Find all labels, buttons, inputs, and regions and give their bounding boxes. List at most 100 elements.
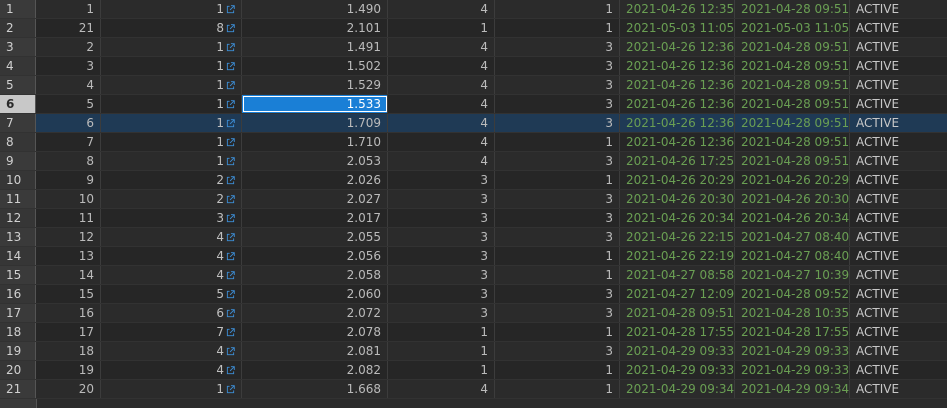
status-cell[interactable]: ACTIVE — [850, 323, 947, 341]
table-row[interactable]: 76 1 1.709432021-04-26 12:36:442021-04-28 … — [0, 114, 947, 133]
created-at-cell[interactable]: 2021-04-26 22:19:17 — [620, 247, 735, 265]
type-cell[interactable]: 4 — [388, 133, 495, 151]
id-cell[interactable]: 18 — [36, 342, 101, 360]
level-cell[interactable]: 3 — [495, 95, 620, 113]
row-number[interactable]: 2 — [0, 19, 36, 37]
table-row[interactable]: 1413 4 2.056312021-04-26 22:19:172021-04-2… — [0, 247, 947, 266]
table-row[interactable]: 22182.101112021-05-03 11:05:372021-05-03… — [0, 19, 947, 38]
created-at-cell[interactable]: 2021-04-26 12:35:33 — [620, 0, 735, 18]
reference-cell[interactable]: 4 — [101, 266, 242, 284]
external-link-icon[interactable] — [226, 195, 235, 204]
row-number[interactable]: 17 — [0, 304, 36, 322]
reference-cell[interactable]: 1 — [101, 76, 242, 94]
created-at-cell[interactable]: 2021-04-26 20:34:10 — [620, 209, 735, 227]
table-row[interactable]: 98 1 2.053432021-04-26 17:25:322021-04-28 … — [0, 152, 947, 171]
type-cell[interactable]: 1 — [388, 323, 495, 341]
version-cell[interactable]: 2.027 — [242, 190, 388, 208]
updated-at-cell[interactable]: 2021-04-26 20:29:46 — [735, 171, 850, 189]
status-cell[interactable]: ACTIVE — [850, 57, 947, 75]
updated-at-cell[interactable]: 2021-04-29 09:33:01 — [735, 361, 850, 379]
type-cell[interactable]: 1 — [388, 19, 495, 37]
status-cell[interactable]: ACTIVE — [850, 342, 947, 360]
row-number[interactable]: 12 — [0, 209, 36, 227]
id-cell[interactable]: 19 — [36, 361, 101, 379]
version-cell[interactable]: 2.055 — [242, 228, 388, 246]
reference-cell[interactable]: 1 — [101, 114, 242, 132]
updated-at-cell[interactable]: 2021-04-28 09:51:02 — [735, 133, 850, 151]
row-number[interactable]: 20 — [0, 361, 36, 379]
updated-at-cell[interactable]: 2021-04-28 09:52:18 — [735, 285, 850, 303]
type-cell[interactable]: 1 — [388, 361, 495, 379]
table-row[interactable]: 181772.078112021-04-28 17:55:582021-04-2… — [0, 323, 947, 342]
created-at-cell[interactable]: 2021-05-03 11:05:37 — [620, 19, 735, 37]
version-cell[interactable]: 2.056 — [242, 247, 388, 265]
type-cell[interactable]: 3 — [388, 285, 495, 303]
updated-at-cell[interactable]: 2021-04-28 09:51:02 — [735, 76, 850, 94]
row-number[interactable]: 18 — [0, 323, 36, 341]
status-cell[interactable]: ACTIVE — [850, 114, 947, 132]
row-number[interactable]: 13 — [0, 228, 36, 246]
table-row[interactable]: 131242.055332021-04-26 22:15:442021-04-2… — [0, 228, 947, 247]
created-at-cell[interactable]: 2021-04-26 17:25:32 — [620, 152, 735, 170]
created-at-cell[interactable]: 2021-04-28 09:51:43 — [620, 304, 735, 322]
table-row[interactable]: 212011.668412021-04-29 09:34:522021-04-2… — [0, 380, 947, 399]
updated-at-cell[interactable]: 2021-04-27 10:39:49 — [735, 266, 850, 284]
status-cell[interactable]: ACTIVE — [850, 209, 947, 227]
reference-cell[interactable]: 3 — [101, 209, 242, 227]
type-cell[interactable]: 3 — [388, 228, 495, 246]
level-cell[interactable]: 1 — [495, 361, 620, 379]
row-number[interactable]: 1 — [0, 0, 36, 18]
row-number[interactable]: 5 — [0, 76, 36, 94]
type-cell[interactable]: 4 — [388, 380, 495, 398]
table-row[interactable]: 1514 4 2.058312021-04-27 08:58:572021-04-2… — [0, 266, 947, 285]
id-cell[interactable]: 8 — [36, 152, 101, 170]
created-at-cell[interactable]: 2021-04-29 09:33:01 — [620, 361, 735, 379]
level-cell[interactable]: 3 — [495, 114, 620, 132]
version-cell[interactable]: 1.502 — [242, 57, 388, 75]
external-link-icon[interactable] — [226, 24, 235, 33]
created-at-cell[interactable]: 2021-04-26 20:29:46 — [620, 171, 735, 189]
updated-at-cell[interactable]: 2021-05-03 11:05:37 — [735, 19, 850, 37]
level-cell[interactable]: 3 — [495, 57, 620, 75]
table-row[interactable]: 4311.502432021-04-26 12:36:442021-04-28 … — [0, 57, 947, 76]
external-link-icon[interactable] — [226, 43, 235, 52]
level-cell[interactable]: 1 — [495, 323, 620, 341]
type-cell[interactable]: 3 — [388, 171, 495, 189]
updated-at-cell[interactable]: 2021-04-28 09:51:02 — [735, 0, 850, 18]
version-cell[interactable]: 1.709 — [242, 114, 388, 132]
external-link-icon[interactable] — [226, 347, 235, 356]
status-cell[interactable]: ACTIVE — [850, 380, 947, 398]
version-cell[interactable]: 1.668 — [242, 380, 388, 398]
type-cell[interactable]: 3 — [388, 190, 495, 208]
id-cell[interactable]: 15 — [36, 285, 101, 303]
id-cell[interactable]: 9 — [36, 171, 101, 189]
table-row[interactable]: 5411.529432021-04-26 12:36:442021-04-28 … — [0, 76, 947, 95]
type-cell[interactable]: 4 — [388, 76, 495, 94]
created-at-cell[interactable]: 2021-04-26 12:36:44 — [620, 114, 735, 132]
updated-at-cell[interactable]: 2021-04-26 20:30:12 — [735, 190, 850, 208]
updated-at-cell[interactable]: 2021-04-28 09:51:02 — [735, 57, 850, 75]
updated-at-cell[interactable]: 2021-04-28 10:35:52 — [735, 304, 850, 322]
reference-cell[interactable]: 1 — [101, 152, 242, 170]
type-cell[interactable]: 3 — [388, 304, 495, 322]
row-number[interactable]: 9 — [0, 152, 36, 170]
version-cell[interactable]: 2.081 — [242, 342, 388, 360]
id-cell[interactable]: 1 — [36, 0, 101, 18]
level-cell[interactable]: 3 — [495, 152, 620, 170]
external-link-icon[interactable] — [226, 252, 235, 261]
created-at-cell[interactable]: 2021-04-26 12:36:44 — [620, 95, 735, 113]
status-cell[interactable]: ACTIVE — [850, 95, 947, 113]
updated-at-cell[interactable]: 2021-04-27 08:40:22 — [735, 247, 850, 265]
type-cell[interactable]: 4 — [388, 152, 495, 170]
status-cell[interactable]: ACTIVE — [850, 76, 947, 94]
row-number[interactable]: 4 — [0, 57, 36, 75]
level-cell[interactable]: 1 — [495, 0, 620, 18]
reference-cell[interactable]: 1 — [101, 95, 242, 113]
version-cell[interactable]: 2.026 — [242, 171, 388, 189]
updated-at-cell[interactable]: 2021-04-26 20:34:10 — [735, 209, 850, 227]
created-at-cell[interactable]: 2021-04-26 12:36:44 — [620, 76, 735, 94]
id-cell[interactable]: 20 — [36, 380, 101, 398]
level-cell[interactable]: 1 — [495, 266, 620, 284]
reference-cell[interactable]: 1 — [101, 57, 242, 75]
row-number[interactable]: 8 — [0, 133, 36, 151]
